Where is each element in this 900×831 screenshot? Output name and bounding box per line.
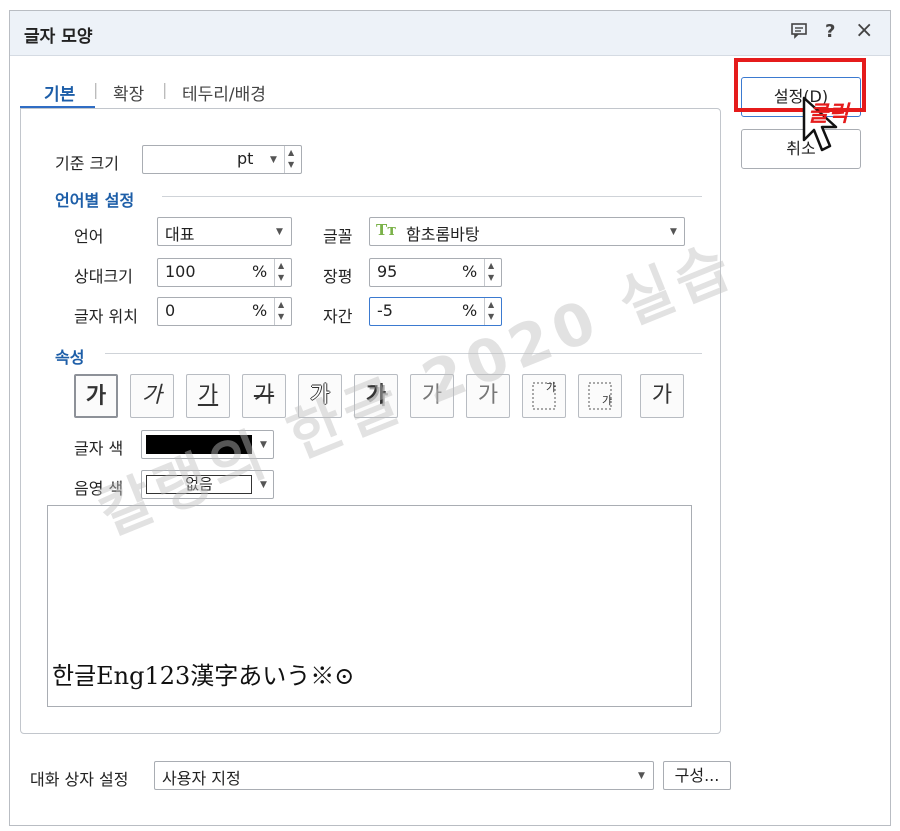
tab-basic[interactable]: 기본 <box>44 80 75 105</box>
spacing-value: -5 <box>377 301 393 320</box>
ratio-spinner[interactable]: ▲ ▼ <box>484 259 501 286</box>
font-value: 함초롬바탕 <box>406 225 480 244</box>
language-select[interactable]: 대표 ▼ <box>157 217 292 246</box>
chevron-down-icon: ▼ <box>638 771 645 781</box>
base-size-label: 기준 크기 <box>55 154 119 173</box>
ratio-value: 95 <box>377 262 398 281</box>
char-position-value: 0 <box>165 301 176 320</box>
char-position-input[interactable]: 0 % ▲ ▼ <box>157 297 292 326</box>
relative-size-value: 100 <box>165 262 196 281</box>
dialog-settings-value: 사용자 지정 <box>162 769 241 788</box>
attributes-section-title: 속성 <box>55 348 85 367</box>
font-type-icon: Tт <box>376 221 397 239</box>
subscript-icon <box>588 382 612 410</box>
click-annotation: 클릭 <box>808 102 849 127</box>
language-value: 대표 <box>165 225 195 244</box>
comment-icon[interactable] <box>790 21 808 44</box>
underline-button[interactable]: 가 <box>186 374 230 418</box>
text-color-label: 글자 색 <box>74 439 124 458</box>
section-divider <box>162 196 702 197</box>
base-size-input[interactable]: pt ▼ ▲ ▼ <box>142 145 302 174</box>
percent-unit: % <box>252 301 268 320</box>
language-label: 언어 <box>74 227 104 246</box>
char-position-spinner[interactable]: ▲ ▼ <box>274 298 291 325</box>
configure-button[interactable]: 구성... <box>663 761 731 790</box>
font-select[interactable]: Tт 함초롬바탕 ▼ <box>369 217 685 246</box>
title-bar: 글자 모양 ? × <box>10 11 890 56</box>
relative-size-label: 상대크기 <box>74 267 133 286</box>
normal-button[interactable]: 가 <box>640 374 684 418</box>
tab-extended[interactable]: 확장 <box>113 80 144 105</box>
dialog-settings-label: 대화 상자 설정 <box>30 770 129 789</box>
language-section-title: 언어별 설정 <box>55 191 135 210</box>
preview-text: 한글Eng123漢字あいう※⊙ <box>52 662 355 690</box>
underline-glyph: 가 <box>197 383 219 408</box>
relative-size-input[interactable]: 100 % ▲ ▼ <box>157 258 292 287</box>
base-size-spinner[interactable]: ▲ ▼ <box>284 146 301 173</box>
configure-button-label: 구성... <box>674 766 720 785</box>
percent-unit: % <box>462 262 478 281</box>
tab-border-background[interactable]: 테두리/배경 <box>182 80 266 105</box>
relative-size-spinner[interactable]: ▲ ▼ <box>274 259 291 286</box>
tab-separator: | <box>93 80 99 99</box>
font-label: 글꼴 <box>323 227 353 246</box>
ratio-label: 장평 <box>323 267 353 286</box>
char-position-label: 글자 위치 <box>74 307 138 326</box>
bold-glyph: 가 <box>85 384 107 409</box>
unit-dropdown-icon[interactable]: ▼ <box>270 155 277 165</box>
spacing-label: 자간 <box>323 307 353 326</box>
normal-glyph: 가 <box>651 383 673 408</box>
italic-button[interactable]: 가 <box>130 374 174 418</box>
base-size-unit: pt <box>237 149 254 168</box>
close-icon[interactable]: × <box>855 18 873 43</box>
chevron-down-icon: ▼ <box>276 227 283 237</box>
subscript-button[interactable]: 가 <box>578 374 622 418</box>
bold-button[interactable]: 가 <box>74 374 118 418</box>
subscript-glyph: 가 <box>602 394 613 407</box>
ratio-input[interactable]: 95 % ▲ ▼ <box>369 258 502 287</box>
dialog-settings-select[interactable]: 사용자 지정 ▼ <box>154 761 654 790</box>
tab-separator: | <box>162 80 168 99</box>
percent-unit: % <box>252 262 268 281</box>
help-icon[interactable]: ? <box>825 21 835 42</box>
italic-glyph: 가 <box>141 383 163 408</box>
dialog-title: 글자 모양 <box>24 27 93 47</box>
